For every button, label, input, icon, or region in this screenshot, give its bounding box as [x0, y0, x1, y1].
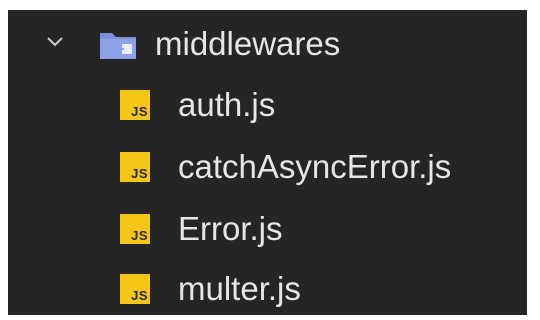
file-label: catchAsyncError.js — [178, 148, 452, 185]
folder-label: middlewares — [155, 25, 341, 62]
chevron-down-icon[interactable] — [46, 36, 64, 48]
screenshot-frame: middlewares JS auth.js JS catchAsyncErro… — [0, 0, 540, 320]
file-row-catchasyncerror-js[interactable]: JS catchAsyncError.js — [8, 136, 527, 198]
js-file-icon: JS — [120, 90, 150, 120]
file-label: Error.js — [178, 210, 283, 247]
js-file-icon: JS — [120, 152, 150, 182]
folder-middleware-icon — [100, 33, 136, 59]
file-explorer: middlewares JS auth.js JS catchAsyncErro… — [8, 10, 527, 315]
file-row-multer-js[interactable]: JS multer.js — [8, 258, 527, 320]
file-row-auth-js[interactable]: JS auth.js — [8, 74, 527, 136]
file-label: auth.js — [178, 86, 276, 123]
js-file-icon: JS — [120, 274, 150, 304]
file-row-error-js[interactable]: JS Error.js — [8, 198, 527, 260]
file-label: multer.js — [178, 270, 301, 307]
js-file-icon: JS — [120, 214, 150, 244]
folder-row-middlewares[interactable]: middlewares — [8, 14, 527, 74]
